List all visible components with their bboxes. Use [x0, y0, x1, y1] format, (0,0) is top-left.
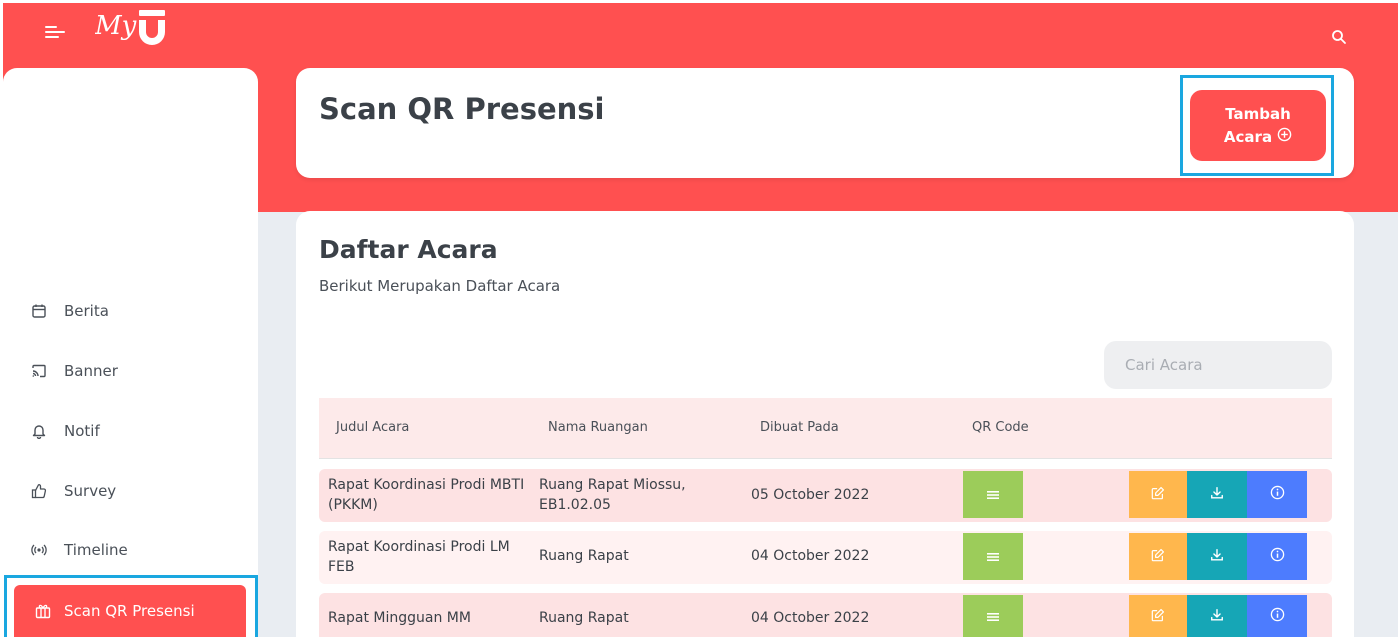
download-icon	[1210, 547, 1224, 566]
room-name: Ruang Rapat	[539, 548, 629, 564]
table-row: Rapat Koordinasi Prodi LM FEB Ruang Rapa…	[319, 531, 1332, 584]
column-header-qr: QR Code	[972, 420, 1029, 435]
menu-toggle-icon[interactable]	[45, 24, 65, 40]
column-header-dibuat: Dibuat Pada	[760, 420, 839, 435]
room-name: Ruang Rapat Miossu, EB1.02.05	[539, 477, 686, 513]
qr-code-button[interactable]	[963, 533, 1023, 580]
page-title: Scan QR Presensi	[319, 92, 605, 126]
sidebar-item-berita[interactable]: Berita	[30, 293, 240, 329]
sidebar-item-label: Banner	[64, 362, 118, 380]
sidebar-item-banner[interactable]: Banner	[30, 353, 240, 389]
top-border	[0, 0, 1398, 3]
info-button[interactable]	[1247, 595, 1307, 637]
download-button[interactable]	[1187, 471, 1247, 518]
calendar-icon	[30, 302, 48, 320]
thumbs-up-icon	[30, 482, 48, 500]
search-input[interactable]	[1104, 341, 1332, 389]
qr-code-button[interactable]	[963, 471, 1023, 518]
info-icon	[1270, 547, 1285, 566]
broadcast-icon	[30, 541, 48, 559]
add-event-button[interactable]: Tambah Acara	[1190, 90, 1326, 161]
edit-icon	[1151, 485, 1165, 504]
column-header-ruangan: Nama Ruangan	[548, 420, 648, 435]
menu-lines-icon	[987, 607, 999, 626]
app-logo[interactable]: My	[94, 6, 175, 50]
edit-button[interactable]	[1129, 471, 1187, 518]
add-button-label-line1: Tambah	[1225, 104, 1291, 123]
created-date: 04 October 2022	[751, 548, 870, 564]
svg-text:My: My	[95, 11, 137, 41]
bell-icon	[30, 422, 48, 440]
sidebar-item-timeline[interactable]: Timeline	[30, 532, 240, 568]
table-row: Rapat Mingguan MM Ruang Rapat 04 October…	[319, 593, 1332, 637]
download-icon	[1210, 485, 1224, 504]
edit-icon	[1151, 547, 1165, 566]
created-date: 05 October 2022	[751, 487, 870, 503]
edit-icon	[1151, 607, 1165, 626]
room-name: Ruang Rapat	[539, 610, 629, 626]
created-date: 04 October 2022	[751, 610, 870, 626]
menu-lines-icon	[987, 485, 999, 504]
sidebar-item-label: Berita	[64, 302, 109, 320]
info-button[interactable]	[1247, 471, 1307, 518]
event-title: Rapat Koordinasi Prodi LM FEB	[328, 539, 510, 575]
section-subtitle: Berikut Merupakan Daftar Acara	[319, 277, 561, 295]
download-icon	[1210, 607, 1224, 626]
search-icon[interactable]	[1331, 29, 1349, 47]
sidebar-item-survey[interactable]: Survey	[30, 473, 240, 509]
event-list-card: Daftar Acara Berikut Merupakan Daftar Ac…	[296, 211, 1354, 637]
edit-button[interactable]	[1129, 533, 1187, 580]
table-header: Judul Acara Nama Ruangan Dibuat Pada QR …	[319, 398, 1332, 459]
sidebar-item-label: Survey	[64, 482, 117, 500]
info-icon	[1270, 607, 1285, 626]
sidebar-item-scan-qr-presensi[interactable]: Scan QR Presensi	[14, 585, 246, 637]
event-title: Rapat Mingguan MM	[328, 610, 471, 626]
table-row: Rapat Koordinasi Prodi MBTI (PKKM) Ruang…	[319, 469, 1332, 522]
sidebar-item-notif[interactable]: Notif	[30, 413, 240, 449]
info-icon	[1270, 485, 1285, 504]
sidebar-item-label: Scan QR Presensi	[64, 602, 195, 620]
section-title: Daftar Acara	[319, 235, 498, 264]
plus-circle-icon	[1277, 126, 1292, 149]
sidebar-item-label: Timeline	[64, 541, 128, 559]
download-button[interactable]	[1187, 595, 1247, 637]
gift-icon	[34, 602, 52, 620]
qr-code-button[interactable]	[963, 595, 1023, 637]
cast-icon	[30, 362, 48, 380]
download-button[interactable]	[1187, 533, 1247, 580]
info-button[interactable]	[1247, 533, 1307, 580]
edit-button[interactable]	[1129, 595, 1187, 637]
add-button-label-line2: Acara	[1223, 127, 1273, 146]
sidebar-item-label: Notif	[64, 422, 100, 440]
column-header-judul: Judul Acara	[336, 420, 410, 435]
menu-lines-icon	[987, 547, 999, 566]
event-title: Rapat Koordinasi Prodi MBTI (PKKM)	[328, 477, 525, 513]
